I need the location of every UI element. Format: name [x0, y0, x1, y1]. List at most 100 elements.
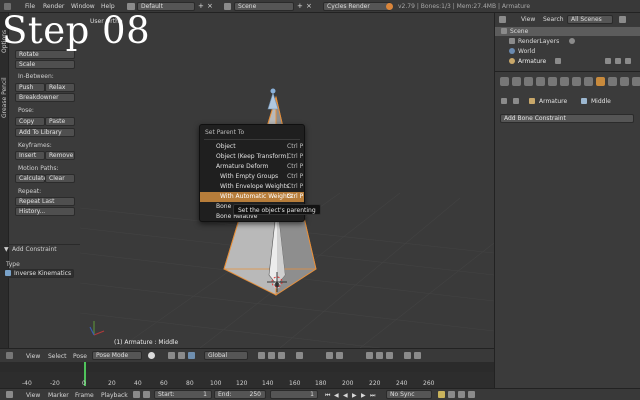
- play-reverse-icon[interactable]: ◀: [343, 392, 348, 399]
- paste-button[interactable]: Paste: [45, 117, 75, 126]
- outliner-row-armature[interactable]: Armature: [495, 57, 640, 66]
- search-icon[interactable]: [619, 16, 626, 23]
- paste-pose-icon[interactable]: [336, 352, 343, 359]
- outliner-row-world[interactable]: World: [495, 47, 640, 56]
- layers-tab-icon[interactable]: [524, 77, 533, 86]
- menu-view[interactable]: View: [521, 16, 535, 23]
- scale-button[interactable]: Scale: [15, 60, 75, 69]
- armature-tab-icon[interactable]: [584, 77, 593, 86]
- current-frame-field[interactable]: 1: [270, 390, 318, 399]
- jump-start-icon[interactable]: ⏮: [325, 392, 330, 400]
- object-data-icon[interactable]: [555, 58, 561, 64]
- layer-icon[interactable]: [258, 352, 265, 359]
- sync-select[interactable]: No Sync: [386, 390, 432, 399]
- jump-end-icon[interactable]: ⏭: [370, 392, 375, 400]
- copy-pose-icon[interactable]: [326, 352, 333, 359]
- tab-grease-pencil[interactable]: Grease Pencil: [1, 58, 8, 118]
- breakdowner-button[interactable]: Breakdowner: [15, 93, 75, 102]
- add-layout-icon[interactable]: +: [198, 2, 204, 11]
- opengl-render-icon[interactable]: [404, 352, 411, 359]
- bone-constraint-tab-icon[interactable]: [608, 77, 617, 86]
- opengl-anim-icon[interactable]: [414, 352, 421, 359]
- copy-button[interactable]: Copy: [15, 117, 45, 126]
- start-frame-field[interactable]: Start: 1: [154, 390, 212, 399]
- calculate-button[interactable]: Calculate: [15, 174, 47, 183]
- render-engine-select[interactable]: Cycles Render: [323, 2, 391, 11]
- constraint-tab-icon[interactable]: [572, 77, 581, 86]
- menu-item-object-keep-transform[interactable]: Object (Keep Transform) Ctrl P: [200, 152, 304, 162]
- pose-lib-icon[interactable]: [296, 352, 303, 359]
- timeline-tick: 220: [369, 380, 381, 387]
- object-tab-icon[interactable]: [560, 77, 569, 86]
- particles-tab-icon[interactable]: [632, 77, 640, 86]
- keyframe-icon[interactable]: [438, 391, 445, 398]
- menu-search[interactable]: Search: [543, 16, 564, 23]
- outliner-filter-select[interactable]: All Scenes: [567, 15, 613, 24]
- menu-view[interactable]: View: [26, 353, 40, 360]
- prev-keyframe-icon[interactable]: ◀: [334, 392, 339, 399]
- menu-item-object[interactable]: Object Ctrl P: [200, 142, 304, 152]
- manipulator-icon[interactable]: [178, 352, 185, 359]
- menu-select[interactable]: Select: [48, 353, 67, 360]
- delete-key-icon[interactable]: [468, 391, 475, 398]
- scene-tab-icon[interactable]: [536, 77, 545, 86]
- texture-tab-icon[interactable]: [620, 77, 629, 86]
- constraint-type-select[interactable]: Inverse Kinematics: [4, 269, 74, 278]
- camera-icon[interactable]: [569, 38, 575, 44]
- menu-marker[interactable]: Marker: [48, 392, 69, 399]
- add-scene-icon[interactable]: +: [297, 2, 303, 11]
- history-button[interactable]: History...: [15, 207, 75, 216]
- menu-playback[interactable]: Playback: [101, 392, 128, 399]
- editor-type-icon[interactable]: [499, 16, 506, 23]
- menu-item-with-automatic-weights[interactable]: With Automatic Weights Ctrl P: [200, 192, 304, 202]
- snap-icon[interactable]: [366, 352, 373, 359]
- snap-target-icon[interactable]: [376, 352, 383, 359]
- outliner-row-scene[interactable]: Scene: [495, 27, 640, 36]
- relax-button[interactable]: Relax: [45, 83, 75, 92]
- record-icon[interactable]: [133, 391, 140, 398]
- mode-select[interactable]: Pose Mode: [92, 351, 142, 360]
- menu-item-armature-deform[interactable]: Armature Deform Ctrl P: [200, 162, 304, 172]
- menu-item-with-empty-groups[interactable]: With Empty Groups Ctrl P: [200, 172, 304, 182]
- keying-icon[interactable]: [143, 391, 150, 398]
- add-to-library-button[interactable]: Add To Library: [15, 128, 75, 137]
- insert-key-icon[interactable]: [458, 391, 465, 398]
- next-keyframe-icon[interactable]: ▶: [361, 392, 366, 399]
- render-icon[interactable]: [625, 58, 631, 64]
- remove-keyframe-button[interactable]: Remove: [45, 151, 75, 160]
- properties-editor-icon[interactable]: [500, 77, 509, 86]
- layer-icon[interactable]: [278, 352, 285, 359]
- push-button[interactable]: Push: [15, 83, 45, 92]
- end-frame-field[interactable]: End: 250: [214, 390, 266, 399]
- repeat-last-button[interactable]: Repeat Last: [15, 197, 75, 206]
- remove-scene-icon[interactable]: ×: [306, 2, 312, 11]
- editor-type-icon[interactable]: [6, 391, 13, 398]
- select-arrow-icon[interactable]: [615, 58, 621, 64]
- shading-icon[interactable]: [148, 352, 155, 359]
- layer-icon[interactable]: [268, 352, 275, 359]
- keying-set-icon[interactable]: [448, 391, 455, 398]
- remove-layout-icon[interactable]: ×: [207, 2, 213, 11]
- menu-pose[interactable]: Pose: [73, 353, 87, 360]
- scene-field[interactable]: Scene: [234, 2, 294, 11]
- pivot-icon[interactable]: [168, 352, 175, 359]
- snap-element-icon[interactable]: [386, 352, 393, 359]
- insert-keyframe-button[interactable]: Insert: [15, 151, 45, 160]
- menu-frame[interactable]: Frame: [75, 392, 94, 399]
- menu-view[interactable]: View: [26, 392, 40, 399]
- menu-item-with-envelope-weights[interactable]: With Envelope Weights Ctrl P: [200, 182, 304, 192]
- play-icon[interactable]: ▶: [352, 392, 357, 399]
- visibility-icon[interactable]: [605, 58, 611, 64]
- transform-orientation-select[interactable]: Global: [204, 351, 248, 360]
- scene-icon: [501, 28, 507, 34]
- clear-button[interactable]: Clear: [45, 174, 75, 183]
- render-tab-icon[interactable]: [512, 77, 521, 86]
- world-tab-icon[interactable]: [548, 77, 557, 86]
- editor-type-icon[interactable]: [6, 352, 13, 359]
- pin-icon[interactable]: [501, 98, 507, 104]
- outliner-row-renderlayers[interactable]: RenderLayers: [495, 37, 640, 46]
- translate-icon[interactable]: [188, 352, 195, 359]
- add-bone-constraint-button[interactable]: Add Bone Constraint: [500, 114, 634, 123]
- collapse-triangle-icon[interactable]: ▼: [4, 246, 9, 253]
- bone-tab-icon[interactable]: [596, 77, 605, 86]
